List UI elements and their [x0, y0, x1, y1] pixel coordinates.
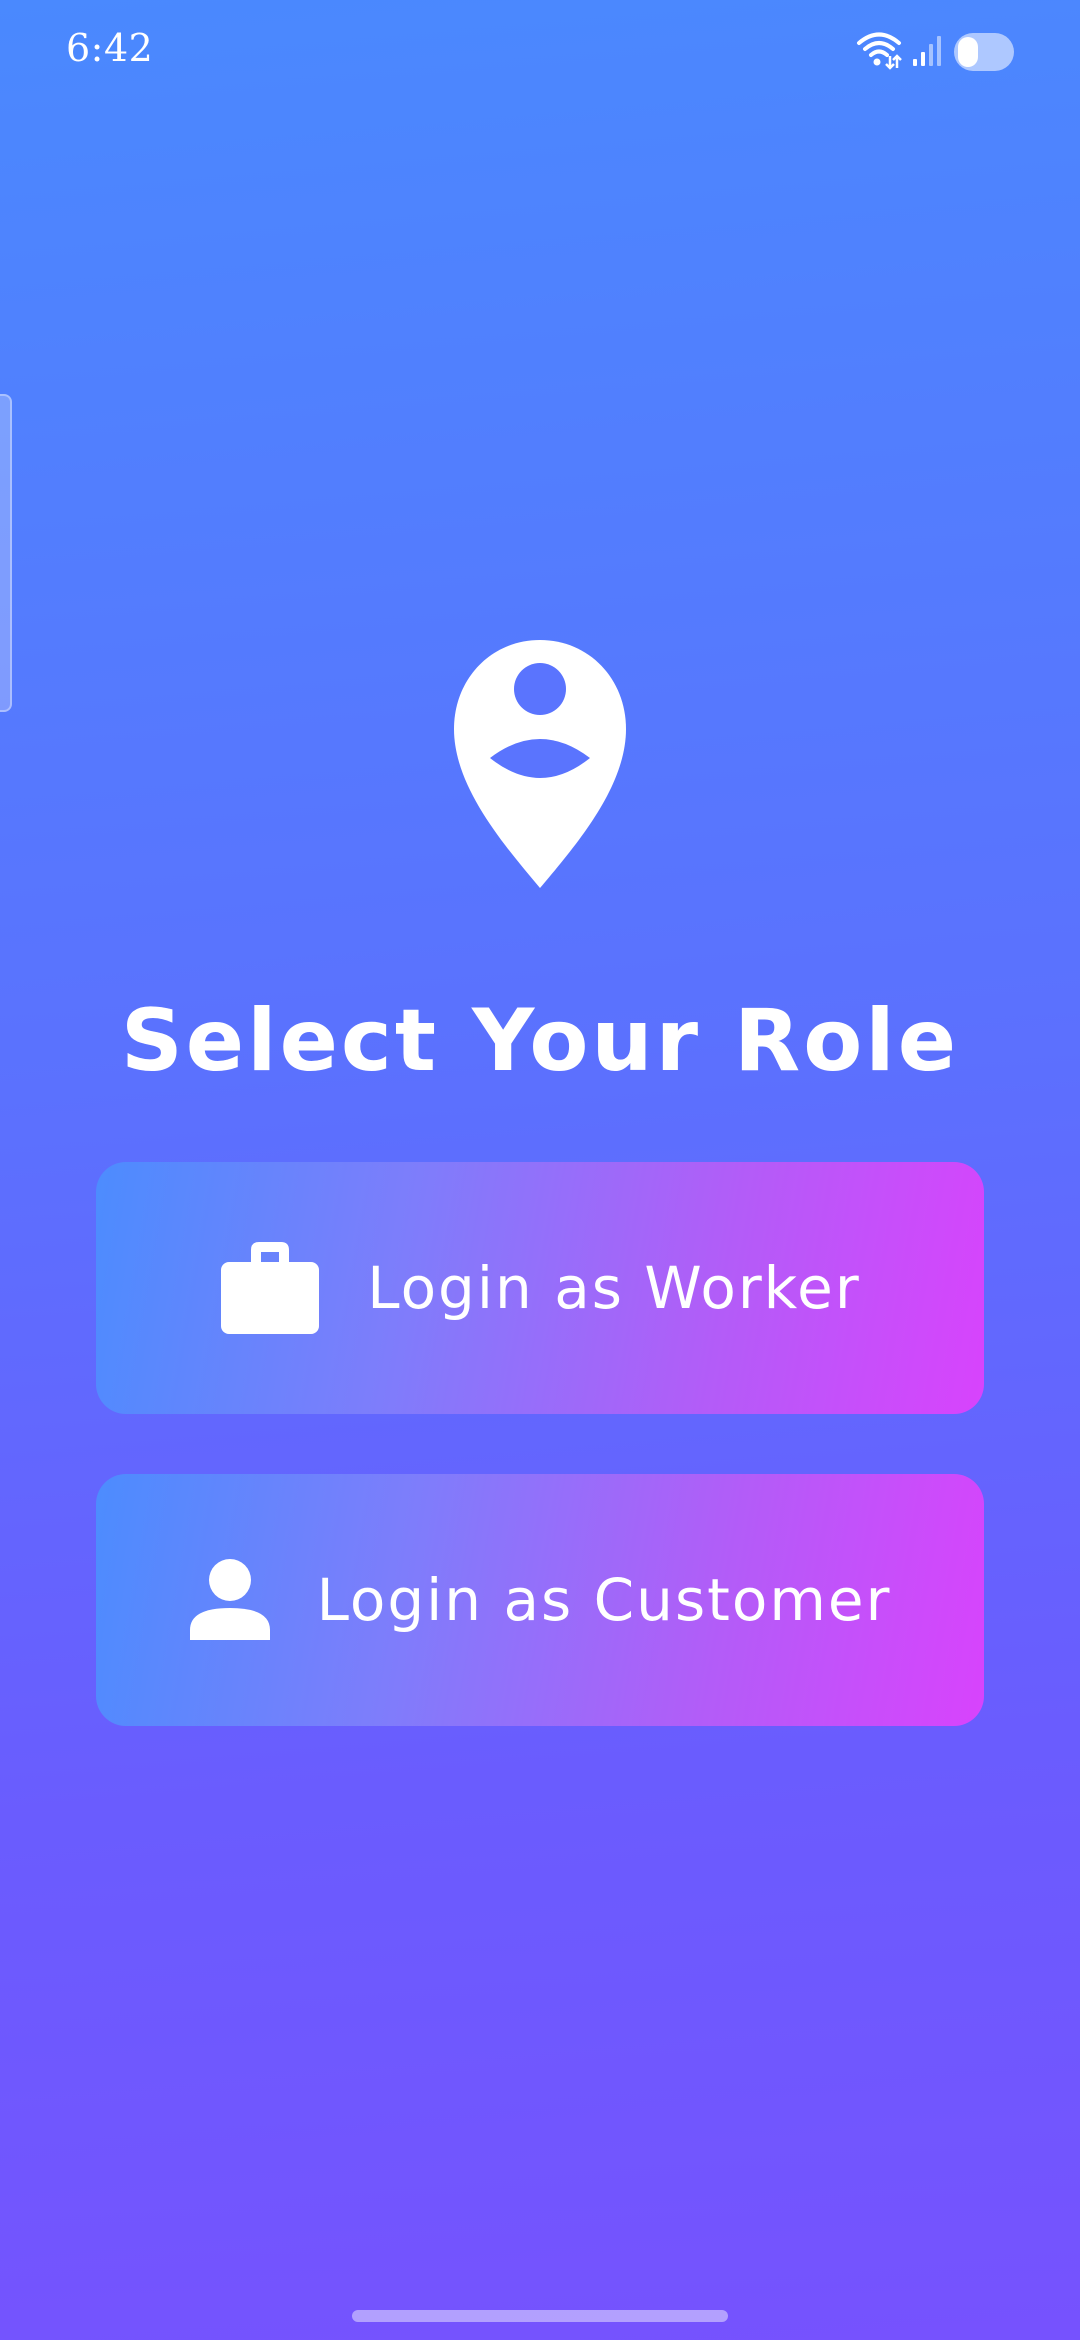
signal-icon [912, 33, 944, 71]
login-as-worker-button[interactable]: Login as Worker [96, 1162, 984, 1414]
location-person-pin-icon [452, 638, 628, 890]
status-icons [856, 30, 1014, 74]
page-title: Select Your Role [120, 991, 960, 1091]
battery-icon [954, 33, 1014, 71]
status-bar: 6:42 [0, 0, 1080, 100]
login-as-customer-button[interactable]: Login as Customer [96, 1474, 984, 1726]
status-time: 6:42 [66, 26, 154, 70]
login-as-customer-label: Login as Customer [316, 1566, 892, 1634]
login-as-worker-label: Login as Worker [367, 1254, 861, 1322]
person-icon [189, 1558, 271, 1642]
briefcase-icon [219, 1240, 321, 1336]
edge-panel-handle[interactable] [0, 394, 12, 712]
home-indicator[interactable] [352, 2310, 728, 2322]
wifi-icon [856, 30, 902, 74]
